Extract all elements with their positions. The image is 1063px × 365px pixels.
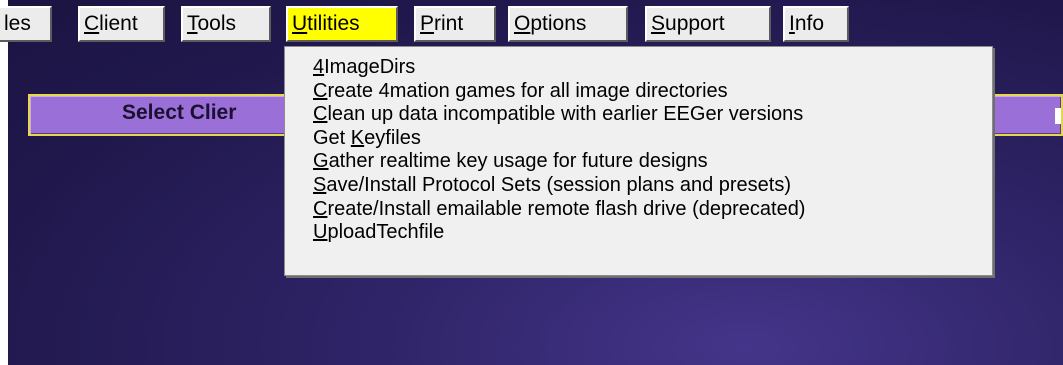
- menu-print[interactable]: Print: [414, 6, 496, 42]
- menu-item-hotkey: K: [350, 126, 365, 149]
- menu-item-label: eyfiles: [364, 126, 421, 149]
- menu-support-hotkey: S: [651, 12, 666, 35]
- menu-info[interactable]: Info: [783, 6, 849, 42]
- menu-utilities-hotkey: U: [292, 12, 308, 35]
- menu-item-hotkey: 4: [313, 56, 325, 78]
- menu-item-hotkey: C: [313, 79, 328, 102]
- menu-item-clean-up-data[interactable]: Clean up data incompatible with earlier …: [285, 103, 992, 127]
- window-edge: [0, 0, 8, 365]
- menu-support[interactable]: Support: [645, 6, 771, 42]
- menu-item-hotkey: C: [313, 197, 328, 220]
- menu-files-label: les: [4, 12, 31, 35]
- menu-options-label: ptions: [530, 12, 587, 35]
- menu-utilities[interactable]: Utilities: [286, 6, 398, 42]
- menu-client-label: lient: [99, 12, 138, 35]
- menu-print-hotkey: P: [420, 12, 435, 35]
- menu-item-prefix: Get: [313, 126, 351, 149]
- menu-item-label: reate/Install emailable remote flash dri…: [327, 197, 806, 220]
- menu-tools-hotkey: T: [187, 12, 198, 35]
- menu-support-label: upport: [665, 12, 725, 35]
- menu-options[interactable]: Options: [508, 6, 628, 42]
- menu-item-label: reate 4mation games for all image direct…: [327, 79, 728, 102]
- menu-item-create-4mation-games[interactable]: Create 4mation games for all image direc…: [285, 80, 992, 104]
- menu-tools-label: ools: [197, 12, 237, 35]
- menu-utilities-label: tilities: [307, 12, 360, 35]
- menu-item-upload-techfile[interactable]: UploadTechfile: [285, 221, 992, 245]
- menu-info-label: nfo: [794, 12, 825, 35]
- menu-item-hotkey: S: [313, 173, 327, 196]
- menu-options-hotkey: O: [514, 12, 531, 35]
- menu-item-hotkey: G: [313, 150, 329, 173]
- menubar: les Client Tools Utilities Print Options…: [0, 0, 1063, 48]
- menu-item-hotkey: C: [313, 103, 328, 126]
- menu-item-label: ploadTechfile: [327, 221, 445, 244]
- menu-item-create-install-flash-drive[interactable]: Create/Install emailable remote flash dr…: [285, 198, 992, 222]
- menu-files[interactable]: les: [0, 6, 52, 42]
- menu-item-get-keyfiles[interactable]: Get Keyfiles: [285, 127, 992, 151]
- select-bar-edge: [1055, 108, 1061, 124]
- menu-item-4imagedirs[interactable]: 4ImageDirs: [285, 56, 992, 80]
- menu-item-label: ImageDirs: [324, 56, 416, 78]
- menu-item-gather-key-usage[interactable]: Gather realtime key usage for future des…: [285, 150, 992, 174]
- menu-item-label: ave/Install Protocol Sets (session plans…: [326, 173, 792, 196]
- menu-item-hotkey: U: [313, 221, 328, 244]
- menu-item-label: ather realtime key usage for future desi…: [328, 150, 708, 173]
- menu-print-label: rint: [434, 12, 464, 35]
- select-client-label: Select Clier: [122, 101, 237, 124]
- menu-tools[interactable]: Tools: [181, 6, 271, 42]
- menu-client[interactable]: Client: [78, 6, 165, 42]
- menu-item-label: lean up data incompatible with earlier E…: [327, 103, 804, 126]
- utilities-dropdown-menu: 4ImageDirs Create 4mation games for all …: [284, 46, 993, 276]
- menu-client-hotkey: C: [84, 12, 100, 35]
- menu-item-save-install-protocol-sets[interactable]: Save/Install Protocol Sets (session plan…: [285, 174, 992, 198]
